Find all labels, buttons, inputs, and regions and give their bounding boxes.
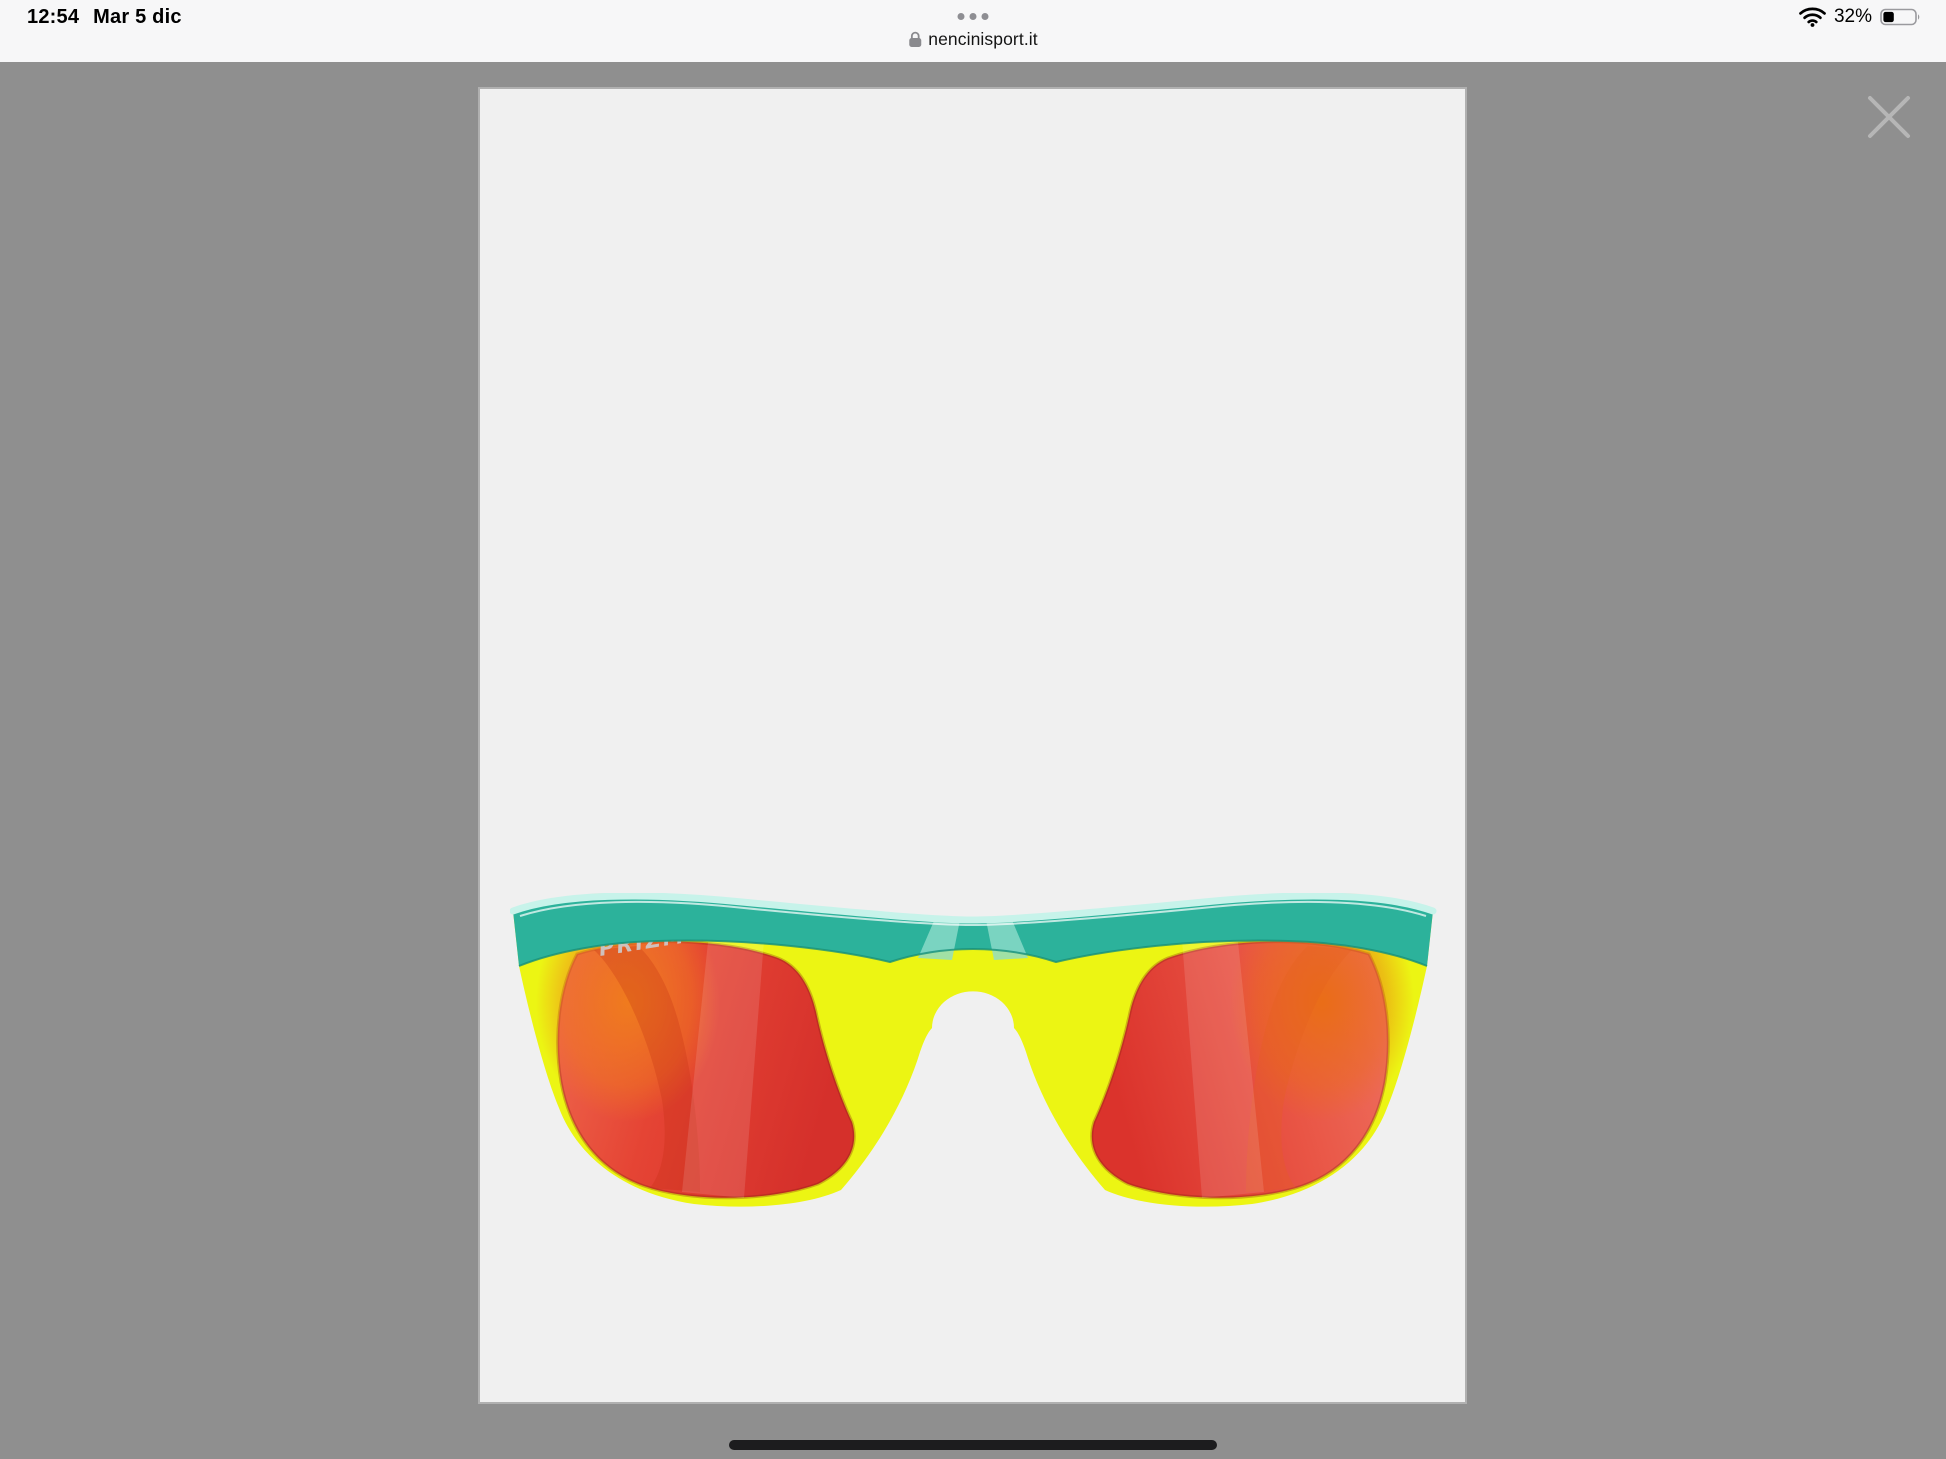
status-right: 32% — [1799, 5, 1922, 29]
tab-overview-ellipsis-icon[interactable] — [957, 13, 989, 20]
status-left: 12:54 Mar 5 dic — [27, 5, 182, 29]
url-text: nencinisport.it — [928, 29, 1038, 49]
status-date: Mar 5 dic — [93, 5, 182, 28]
battery-icon — [1880, 7, 1922, 27]
close-icon[interactable] — [1864, 92, 1914, 142]
address-bar[interactable]: nencinisport.it — [908, 29, 1038, 50]
battery-percent-label: 32% — [1833, 6, 1872, 27]
sunglasses-product-image[interactable]: PRIZM — [510, 893, 1438, 1215]
wifi-icon — [1799, 7, 1826, 27]
home-indicator[interactable] — [729, 1440, 1217, 1450]
lock-icon — [908, 31, 922, 48]
screen: 12:54 Mar 5 dic nencinisport.it 32% PRIZ… — [0, 0, 1946, 1459]
status-time: 12:54 — [27, 5, 80, 28]
browser-header: 12:54 Mar 5 dic nencinisport.it 32% — [0, 0, 1946, 62]
